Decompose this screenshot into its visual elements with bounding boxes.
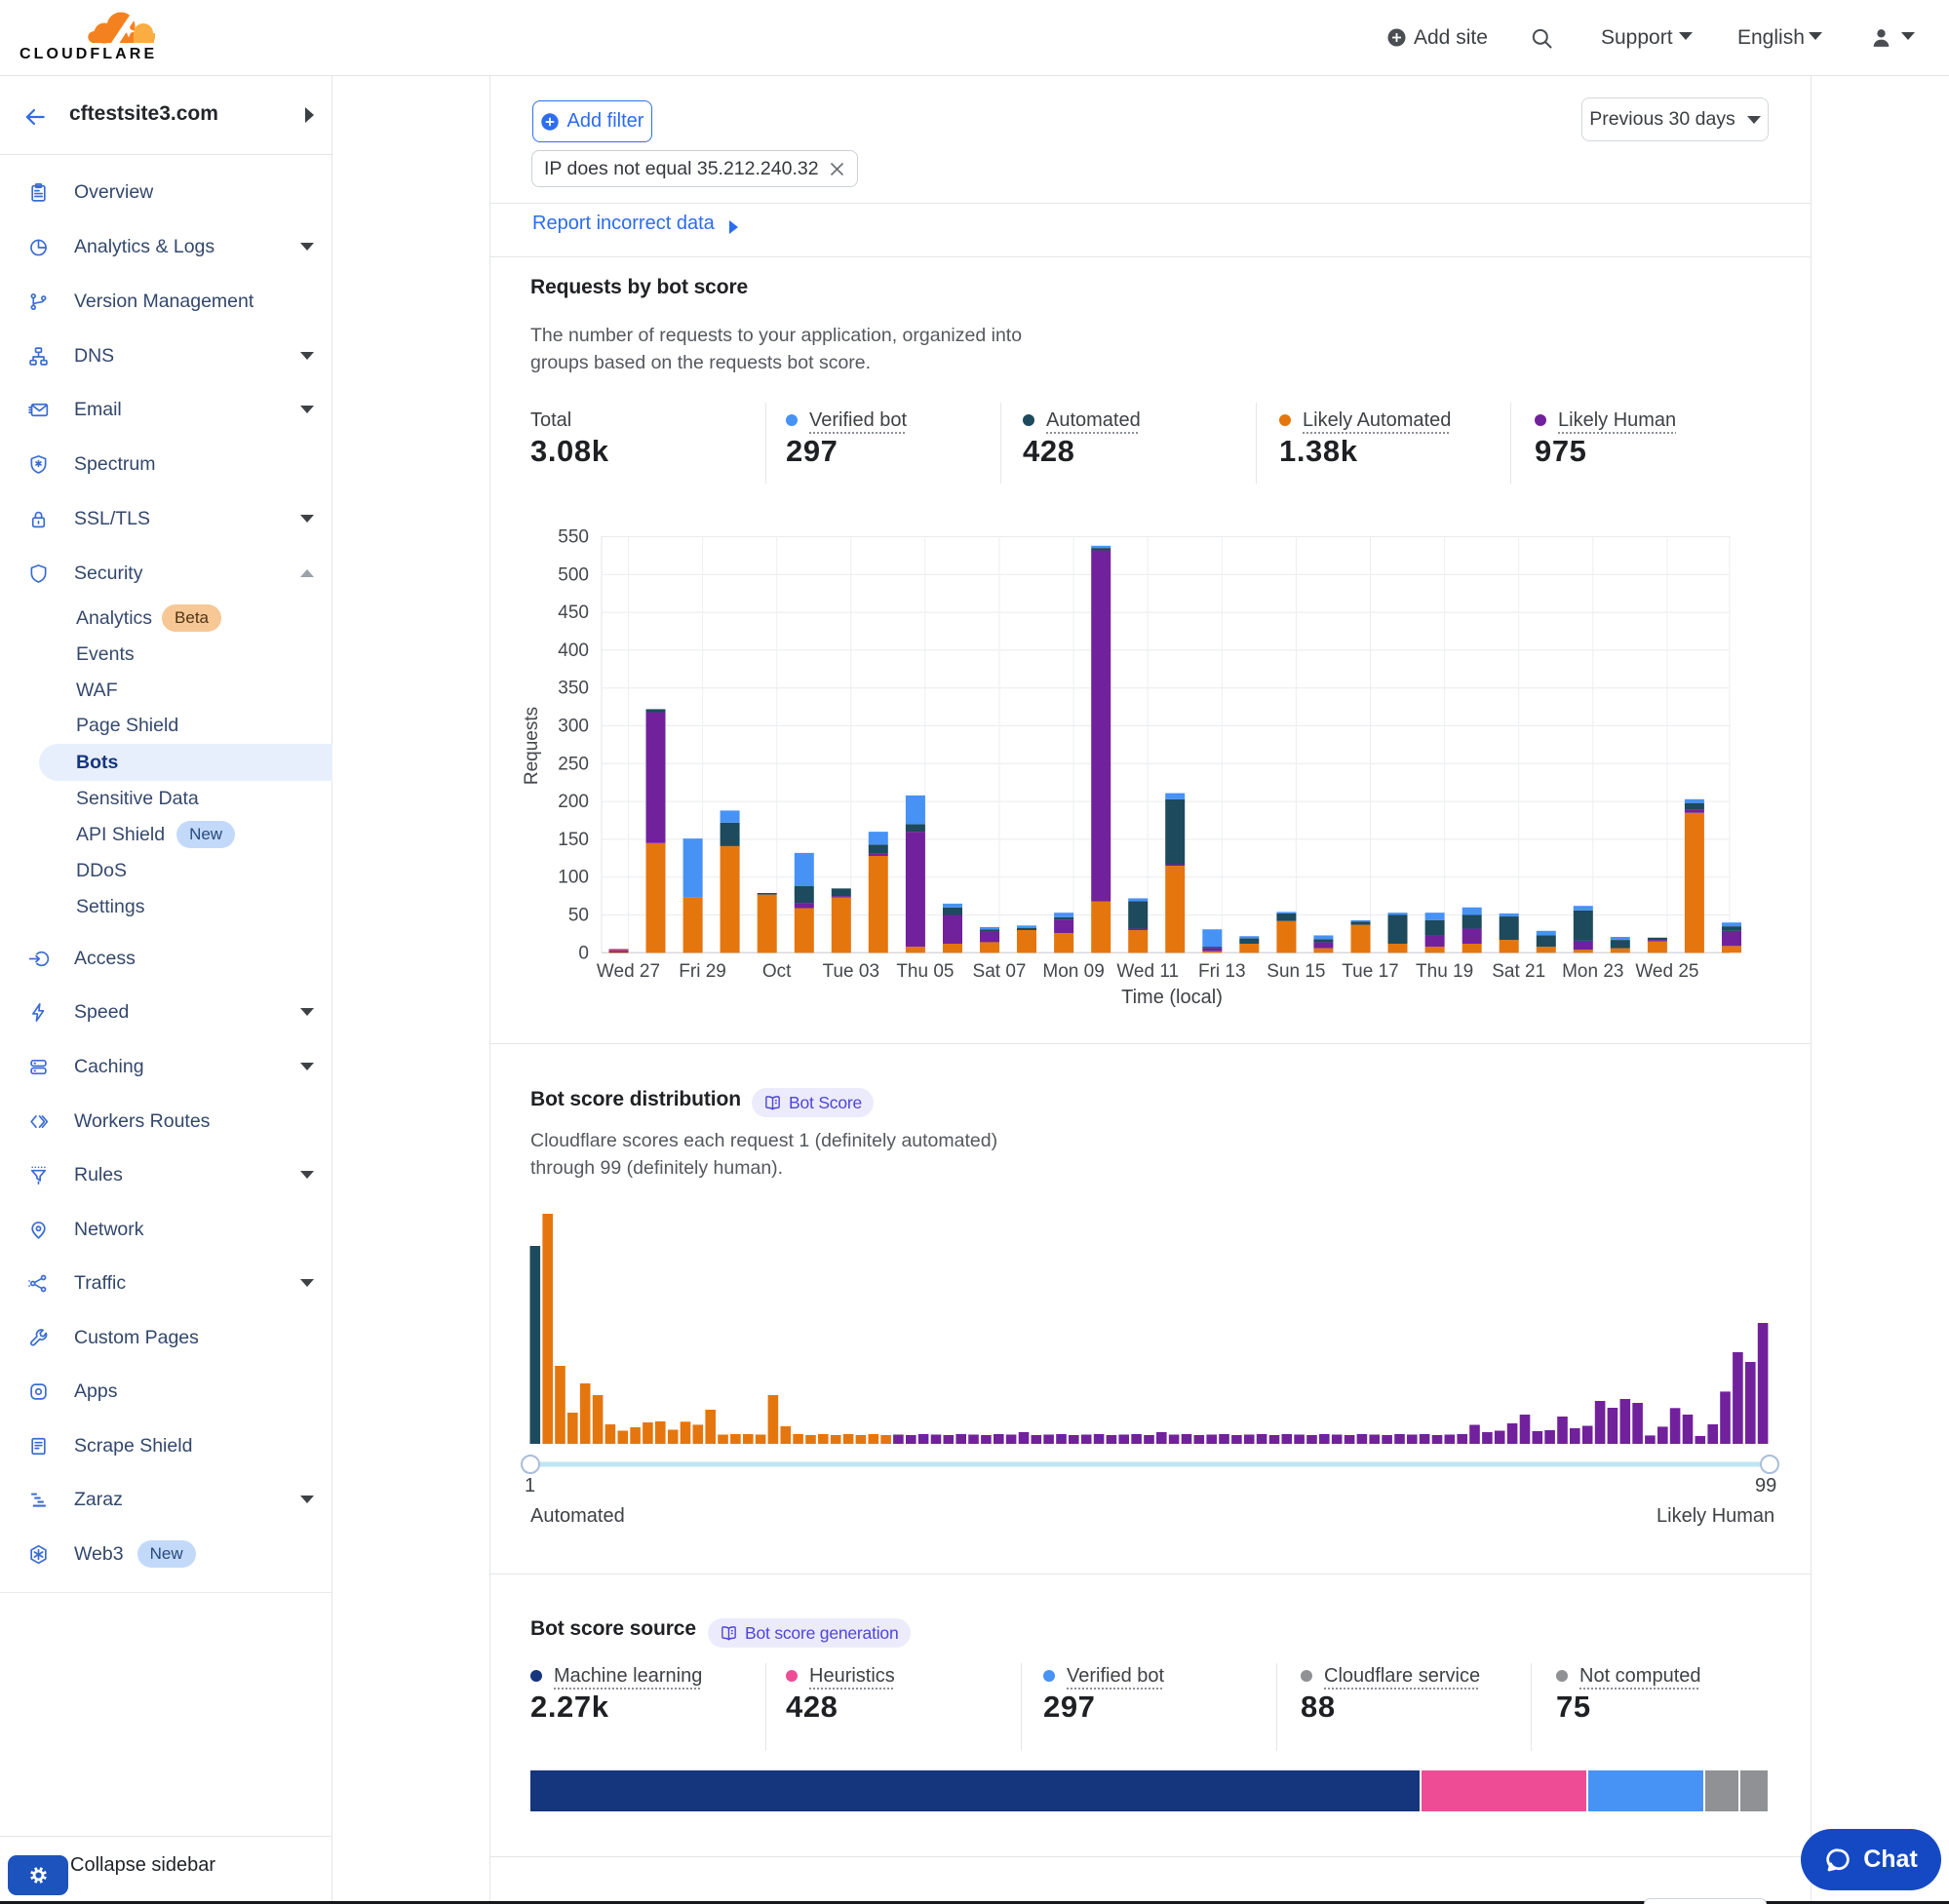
svg-text:350: 350 xyxy=(558,679,589,699)
svg-text:Mon 23: Mon 23 xyxy=(1562,961,1623,982)
svg-text:100: 100 xyxy=(558,868,589,888)
svg-text:400: 400 xyxy=(558,641,589,661)
svg-text:Tue 17: Tue 17 xyxy=(1342,961,1398,982)
svg-text:Sat 21: Sat 21 xyxy=(1492,961,1545,982)
svg-text:150: 150 xyxy=(558,830,589,850)
svg-text:Time (local): Time (local) xyxy=(1121,987,1223,1008)
svg-text:200: 200 xyxy=(558,792,589,812)
svg-text:50: 50 xyxy=(568,906,589,926)
svg-text:CLOUDFLARE: CLOUDFLARE xyxy=(19,46,156,59)
svg-text:Wed 25: Wed 25 xyxy=(1635,961,1698,982)
svg-text:Oct: Oct xyxy=(762,961,792,982)
svg-text:450: 450 xyxy=(558,602,589,623)
svg-text:Thu 05: Thu 05 xyxy=(896,961,954,982)
svg-text:Wed 27: Wed 27 xyxy=(597,961,660,982)
svg-text:500: 500 xyxy=(558,564,589,585)
svg-text:Mon 09: Mon 09 xyxy=(1042,961,1104,982)
svg-text:250: 250 xyxy=(558,754,589,774)
svg-text:Sun 15: Sun 15 xyxy=(1267,961,1325,982)
svg-text:Sat 07: Sat 07 xyxy=(973,961,1027,982)
svg-text:Wed 11: Wed 11 xyxy=(1116,961,1179,982)
svg-text:550: 550 xyxy=(558,527,589,548)
svg-text:Requests: Requests xyxy=(522,707,542,785)
svg-text:Fri 13: Fri 13 xyxy=(1198,961,1246,982)
svg-text:300: 300 xyxy=(558,717,589,737)
svg-text:Fri 29: Fri 29 xyxy=(679,961,726,982)
svg-text:Tue 03: Tue 03 xyxy=(823,961,879,982)
svg-text:0: 0 xyxy=(578,943,589,963)
svg-text:Thu 19: Thu 19 xyxy=(1416,961,1473,982)
